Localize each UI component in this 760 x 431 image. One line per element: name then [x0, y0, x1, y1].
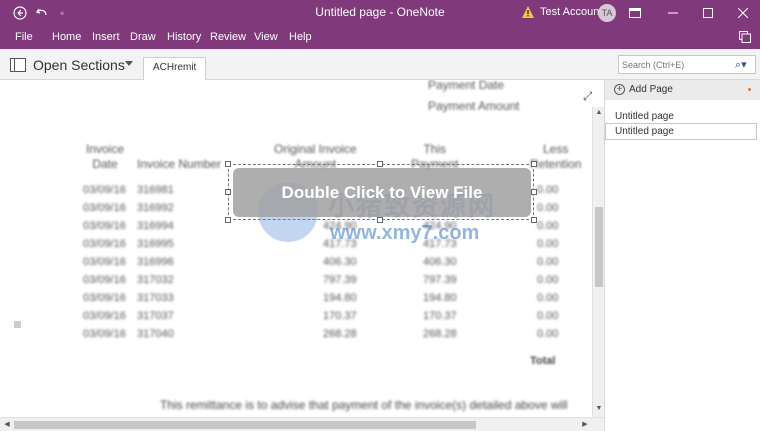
account-name[interactable]: Test Account: [540, 0, 602, 25]
full-screen-icon[interactable]: [618, 0, 652, 25]
scroll-up-icon[interactable]: ▲: [594, 109, 604, 119]
tab-achremit[interactable]: ACHremit: [143, 57, 206, 80]
menu-draw[interactable]: Draw: [130, 25, 156, 49]
scroll-left-icon[interactable]: ◀: [2, 420, 12, 430]
resize-handle[interactable]: [377, 217, 383, 223]
ribbon-menu: File Home Insert Draw History Review Vie…: [0, 25, 760, 49]
maximize-icon[interactable]: [691, 0, 725, 25]
plus-icon: +: [614, 84, 625, 95]
menu-insert[interactable]: Insert: [92, 25, 120, 49]
table-row: 03/09/16 317040 268.28 268.28 0.00: [83, 328, 559, 340]
search-input[interactable]: [619, 56, 729, 73]
warning-icon[interactable]: [521, 5, 535, 19]
resize-handle[interactable]: [225, 189, 231, 195]
payment-date-label: Payment Date: [428, 80, 505, 92]
menu-view[interactable]: View: [254, 25, 278, 49]
section-title[interactable]: Untitled page: [615, 111, 674, 122]
menu-help[interactable]: Help: [289, 25, 312, 49]
menu-file[interactable]: File: [15, 25, 33, 49]
scroll-down-icon[interactable]: ▼: [594, 405, 604, 415]
resize-handle[interactable]: [531, 189, 537, 195]
vertical-scroll-thumb[interactable]: [595, 207, 603, 287]
header-less-retention: Less Retention: [530, 142, 582, 171]
title-bar: ▫ Untitled page - OneNote Test Account T…: [0, 0, 760, 25]
notebook-icon[interactable]: [10, 58, 26, 72]
page-list-item[interactable]: Untitled page: [605, 123, 757, 140]
sections-bar: Open Sections ACHremit ⌕▾: [0, 49, 760, 80]
resize-handle[interactable]: [531, 161, 537, 167]
page-list-pane: + Add Page Untitled page Untitled page: [604, 80, 760, 431]
vertical-scrollbar[interactable]: ▲ ▼: [592, 107, 604, 417]
table-row: 03/09/16 316996 406.30 406.30 0.00: [83, 256, 559, 268]
page-canvas[interactable]: ⤢ Payment Date Payment Amount Invoice Da…: [0, 80, 592, 417]
remittance-text: This remittance is to advise that paymen…: [160, 398, 568, 412]
resize-handle[interactable]: [377, 161, 383, 167]
add-page-button[interactable]: + Add Page: [605, 80, 760, 100]
table-row: 03/09/16 317037 170.37 170.37 0.00: [83, 310, 559, 322]
avatar[interactable]: TA: [598, 4, 616, 22]
payment-amount-label: Payment Amount: [428, 99, 520, 113]
table-row: 03/09/16 317033 194.80 194.80 0.00: [83, 292, 559, 304]
ribbon-display-icon[interactable]: [739, 31, 751, 43]
indicator-dot: [748, 88, 751, 91]
open-sections-dropdown[interactable]: Open Sections: [33, 57, 125, 73]
total-label: Total: [530, 355, 556, 367]
menu-review[interactable]: Review: [210, 25, 246, 49]
header-invoice-number: Invoice Number: [137, 157, 222, 171]
minimize-icon[interactable]: [656, 0, 690, 25]
resize-handle[interactable]: [225, 217, 231, 223]
chevron-down-icon[interactable]: [125, 61, 133, 66]
horizontal-scrollbar[interactable]: ◀ ▶: [0, 417, 604, 431]
search-icon[interactable]: ⌕▾: [735, 58, 751, 72]
table-row: 03/09/16 317032 797.39 797.39 0.00: [83, 274, 559, 286]
watermark-url: www.xmy7.com: [330, 222, 480, 244]
search-box[interactable]: ⌕▾: [618, 55, 756, 74]
header-invoice-date: Invoice Date: [86, 142, 125, 171]
expand-icon[interactable]: ⤢: [583, 89, 592, 104]
resize-handle[interactable]: [531, 217, 537, 223]
horizontal-scroll-thumb[interactable]: [14, 421, 476, 429]
menu-home[interactable]: Home: [52, 25, 81, 49]
resize-handle[interactable]: [225, 161, 231, 167]
view-file-button[interactable]: Double Click to View File: [233, 168, 531, 217]
menu-history[interactable]: History: [167, 25, 201, 49]
scroll-right-icon[interactable]: ▶: [580, 420, 590, 430]
close-icon[interactable]: [726, 0, 760, 25]
add-page-label: Add Page: [629, 84, 673, 95]
